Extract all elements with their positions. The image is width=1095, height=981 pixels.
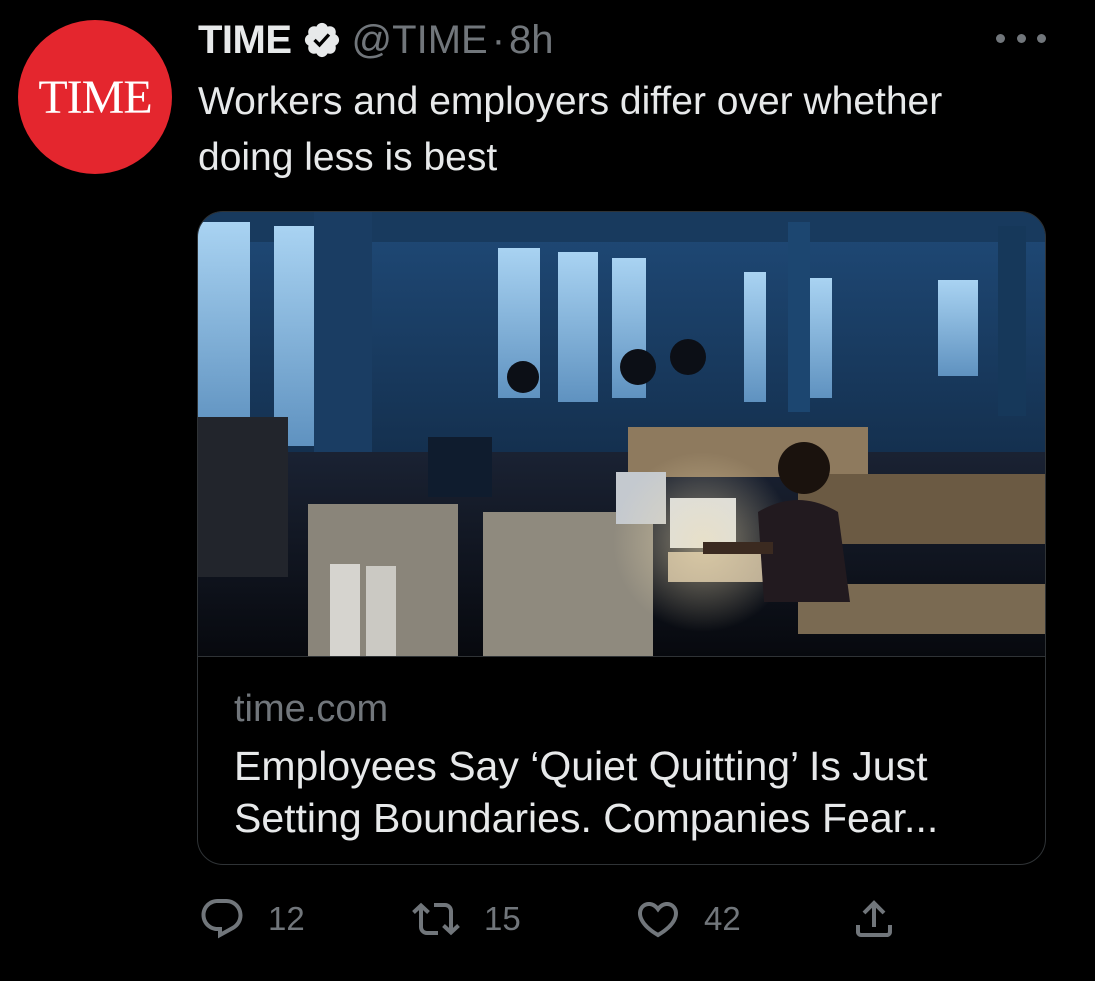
tweet: TIME TIME @TIME · 8h Workers and employe… [0,0,1095,981]
like-count: 42 [704,900,741,937]
link-card[interactable]: time.com Employees Say ‘Quiet Quitting’ … [197,211,1046,865]
reply-icon [201,899,243,939]
more-options-icon[interactable] [996,26,1046,50]
heart-icon [637,902,679,938]
retweet-count: 15 [484,900,521,937]
retweet-icon [412,902,460,936]
retweet-button[interactable]: 15 [410,893,521,945]
card-image[interactable] [198,212,1046,656]
timestamp[interactable]: 8h [509,18,554,63]
separator-dot: · [491,17,506,62]
share-button[interactable] [850,893,898,945]
card-divider [198,656,1045,657]
more-dot [1037,33,1046,43]
verified-badge-icon [304,22,339,58]
more-dot [996,33,1005,43]
reply-count: 12 [268,900,305,937]
reply-button[interactable]: 12 [198,893,305,945]
avatar[interactable]: TIME [18,20,172,174]
display-name[interactable]: TIME [198,18,292,63]
more-dot [1016,33,1026,43]
handle[interactable]: @TIME [352,18,488,63]
tweet-text: Workers and employers differ over whethe… [198,80,943,179]
tweet-header: TIME @TIME · 8h [198,14,554,66]
share-icon [856,900,892,937]
like-button[interactable]: 42 [634,893,741,945]
card-title: Employees Say ‘Quiet Quitting’ Is Just S… [234,743,939,841]
card-domain: time.com [234,688,389,730]
avatar-logo-text: TIME [38,71,152,124]
action-bar: 12 15 42 [198,893,918,945]
